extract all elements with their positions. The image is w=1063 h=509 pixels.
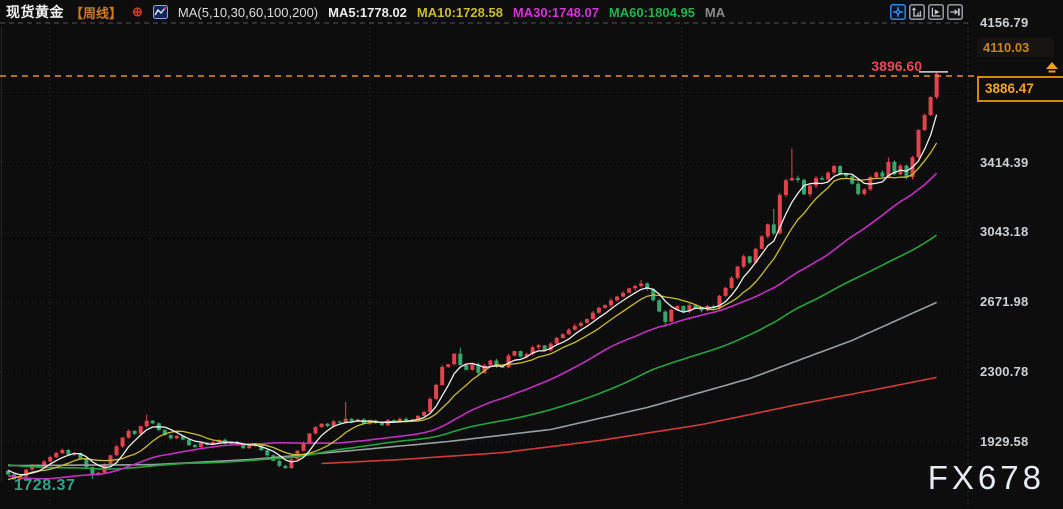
- kline-style-icon[interactable]: [153, 5, 168, 19]
- chart-toolbar: [890, 4, 963, 20]
- upper-price-tag: 4110.03: [977, 38, 1054, 57]
- highest-price-label: 3896.60: [858, 58, 922, 74]
- price-up-arrow-icon: [1044, 62, 1060, 80]
- ma30-value: MA30:1748.07: [513, 5, 599, 20]
- play-forward-icon[interactable]: [928, 4, 944, 20]
- crosshair-icon[interactable]: [890, 4, 906, 20]
- ma-params-label[interactable]: MA(5,10,30,60,100,200): [178, 5, 318, 20]
- trading-app-window: 现货黄金 【周线】 ⊕ MA(5,10,30,60,100,200) MA5:1…: [0, 0, 1063, 509]
- ma10-value: MA10:1728.58: [417, 5, 503, 20]
- candlestick-chart[interactable]: [0, 0, 1063, 509]
- axis-label: 2300.78: [980, 364, 1060, 379]
- chart-header: 现货黄金 【周线】 ⊕ MA(5,10,30,60,100,200) MA5:1…: [6, 2, 725, 22]
- ma60-value: MA60:1804.95: [609, 5, 695, 20]
- add-compare-icon[interactable]: ⊕: [132, 4, 143, 20]
- ma100-value-truncated: MA: [705, 5, 725, 20]
- axis-label: 2671.98: [980, 294, 1060, 309]
- lowest-price-label: 1728.37: [14, 477, 75, 495]
- ma5-value: MA5:1778.02: [328, 5, 407, 20]
- axis-scale-icon[interactable]: [909, 4, 925, 20]
- timeframe-label[interactable]: 【周线】: [70, 3, 122, 22]
- symbol-name: 现货黄金: [6, 2, 64, 22]
- axis-label: 3414.39: [980, 155, 1060, 170]
- axis-label: 3043.18: [980, 224, 1060, 239]
- go-to-latest-icon[interactable]: [947, 4, 963, 20]
- axis-label: 1929.58: [980, 434, 1060, 449]
- axis-label: 4156.79: [980, 15, 1060, 30]
